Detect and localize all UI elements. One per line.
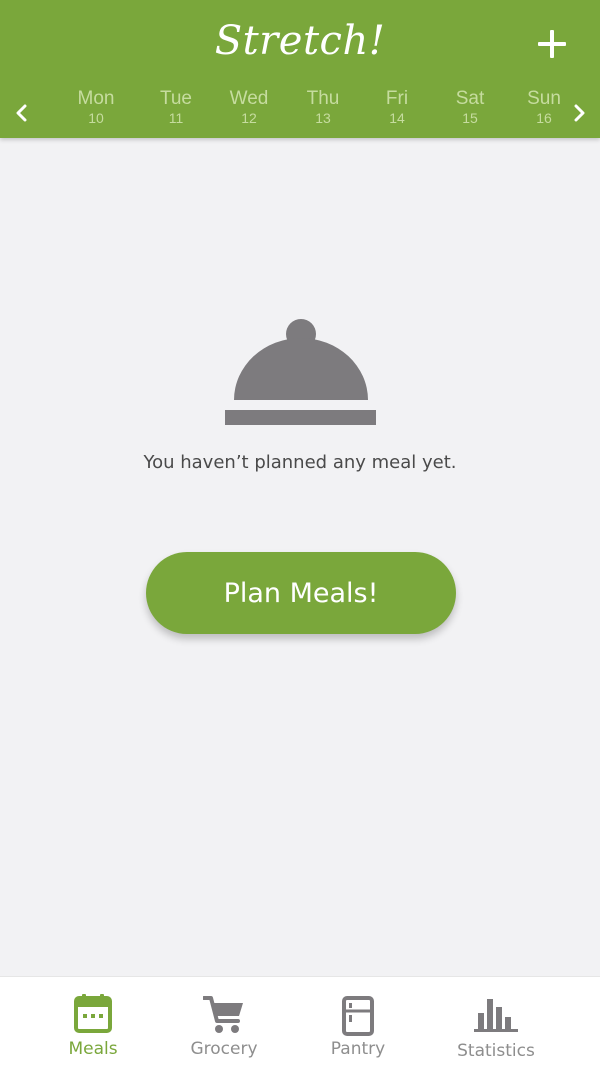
day-wed[interactable]: Wed 12 [214,88,284,126]
tab-label: Statistics [457,1041,535,1061]
tab-statistics[interactable]: Statistics [436,977,556,1067]
tab-label: Pantry [330,1039,386,1059]
cloche-icon [224,318,378,428]
bottom-nav: Meals Grocery Pantry Statistics [0,976,600,1067]
tab-label: Grocery [190,1039,258,1059]
day-sat[interactable]: Sat 15 [435,88,505,126]
tab-pantry[interactable]: Pantry [298,977,418,1067]
day-name: Tue [159,88,193,109]
calendar-icon [74,993,112,1033]
day-tue[interactable]: Tue 11 [141,88,211,126]
header-bar: Stretch! Mon 10 Tue 11 Wed 12 Thu 13 Fri… [0,0,600,138]
day-date: 13 [315,110,331,126]
chevron-left-icon[interactable] [14,104,28,122]
plan-meals-button[interactable]: Plan Meals! [146,552,456,634]
plus-icon[interactable] [533,25,571,63]
bar-chart-icon [474,995,518,1033]
tab-meals[interactable]: Meals [33,977,153,1067]
day-name: Wed [229,88,269,109]
day-date: 15 [462,110,478,126]
day-name: Mon [77,88,115,109]
fridge-icon [342,996,374,1036]
app-title: Stretch! [214,18,386,64]
day-name: Thu [306,88,340,109]
day-thu[interactable]: Thu 13 [288,88,358,126]
tab-label: Meals [68,1039,118,1059]
day-name: Fri [385,88,409,109]
day-fri[interactable]: Fri 14 [362,88,432,126]
app-root: Stretch! Mon 10 Tue 11 Wed 12 Thu 13 Fri… [0,0,600,1067]
day-name: Sun [527,88,561,109]
day-date: 11 [168,110,184,126]
day-name: Sat [455,88,485,109]
day-date: 16 [536,110,552,126]
empty-state-message: You haven’t planned any meal yet. [143,452,457,473]
day-date: 14 [389,110,405,126]
chevron-right-icon[interactable] [573,104,587,122]
day-date: 10 [88,110,104,126]
cart-icon [203,995,245,1035]
day-date: 12 [241,110,257,126]
tab-grocery[interactable]: Grocery [164,977,284,1067]
day-mon[interactable]: Mon 10 [61,88,131,126]
day-sun[interactable]: Sun 16 [509,88,579,126]
